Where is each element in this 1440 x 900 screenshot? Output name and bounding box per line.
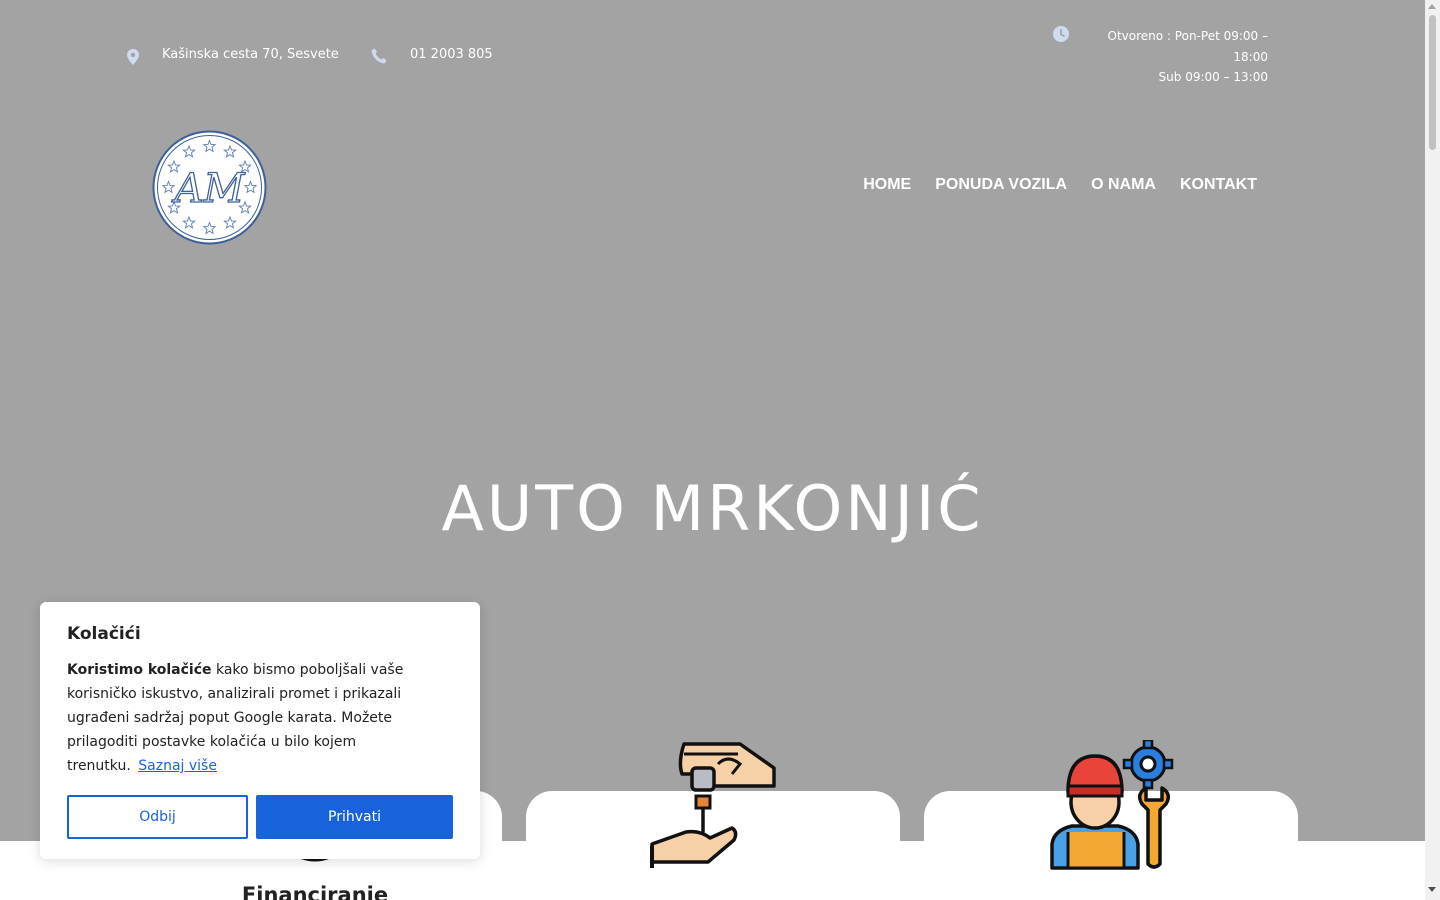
hours-line-1: Otvoreno : Pon-Pet 09:00 – xyxy=(1107,29,1268,43)
hours-line-3: Sub 09:00 – 13:00 xyxy=(1158,70,1268,84)
mechanic-icon xyxy=(1050,740,1174,870)
address-text: Kašinska cesta 70, Sesvete xyxy=(162,47,339,62)
phone-icon xyxy=(371,48,387,64)
nav-ponuda-vozila[interactable]: PONUDA VOZILA xyxy=(935,176,1067,194)
cookie-text-body: kako bismo poboljšali vaše korisničko is… xyxy=(67,662,404,774)
scroll-thumb[interactable] xyxy=(1429,15,1436,150)
cookie-title: Kolačići xyxy=(67,624,141,644)
opening-hours: Otvoreno : Pon-Pet 09:00 – 18:00 Sub 09:… xyxy=(1068,26,1268,88)
accept-button[interactable]: Prihvati xyxy=(256,795,453,839)
scroll-up-arrow[interactable] xyxy=(1428,4,1436,9)
cookie-consent-popup: Kolačići Koristimo kolačiće kako bismo p… xyxy=(40,602,480,859)
card-title: Financiranje xyxy=(241,883,389,900)
key-handover-icon xyxy=(650,742,776,868)
scroll-down-arrow[interactable] xyxy=(1428,887,1436,892)
nav-home[interactable]: HOME xyxy=(863,176,911,194)
main-nav: HOME PONUDA VOZILA O NAMA KONTAKT xyxy=(863,176,1257,194)
hero-title: AUTO MRKONJIĆ xyxy=(441,472,984,545)
map-pin-icon xyxy=(127,49,139,65)
nav-o-nama[interactable]: O NAMA xyxy=(1091,176,1156,194)
hours-line-2: 18:00 xyxy=(1233,49,1268,64)
logo-monogram: AM xyxy=(171,166,246,212)
reject-button[interactable]: Odbij xyxy=(67,795,248,839)
clock-icon xyxy=(1053,26,1069,42)
cookie-text: Koristimo kolačiće kako bismo poboljšali… xyxy=(67,658,417,778)
cookie-text-bold: Koristimo kolačiće xyxy=(67,662,212,678)
logo[interactable]: AM xyxy=(152,130,267,245)
nav-kontakt[interactable]: KONTAKT xyxy=(1180,176,1257,194)
cookie-learn-more-link[interactable]: Saznaj više xyxy=(138,758,217,774)
page-scrollbar[interactable] xyxy=(1425,0,1440,900)
phone-number[interactable]: 01 2003 805 xyxy=(410,47,493,62)
